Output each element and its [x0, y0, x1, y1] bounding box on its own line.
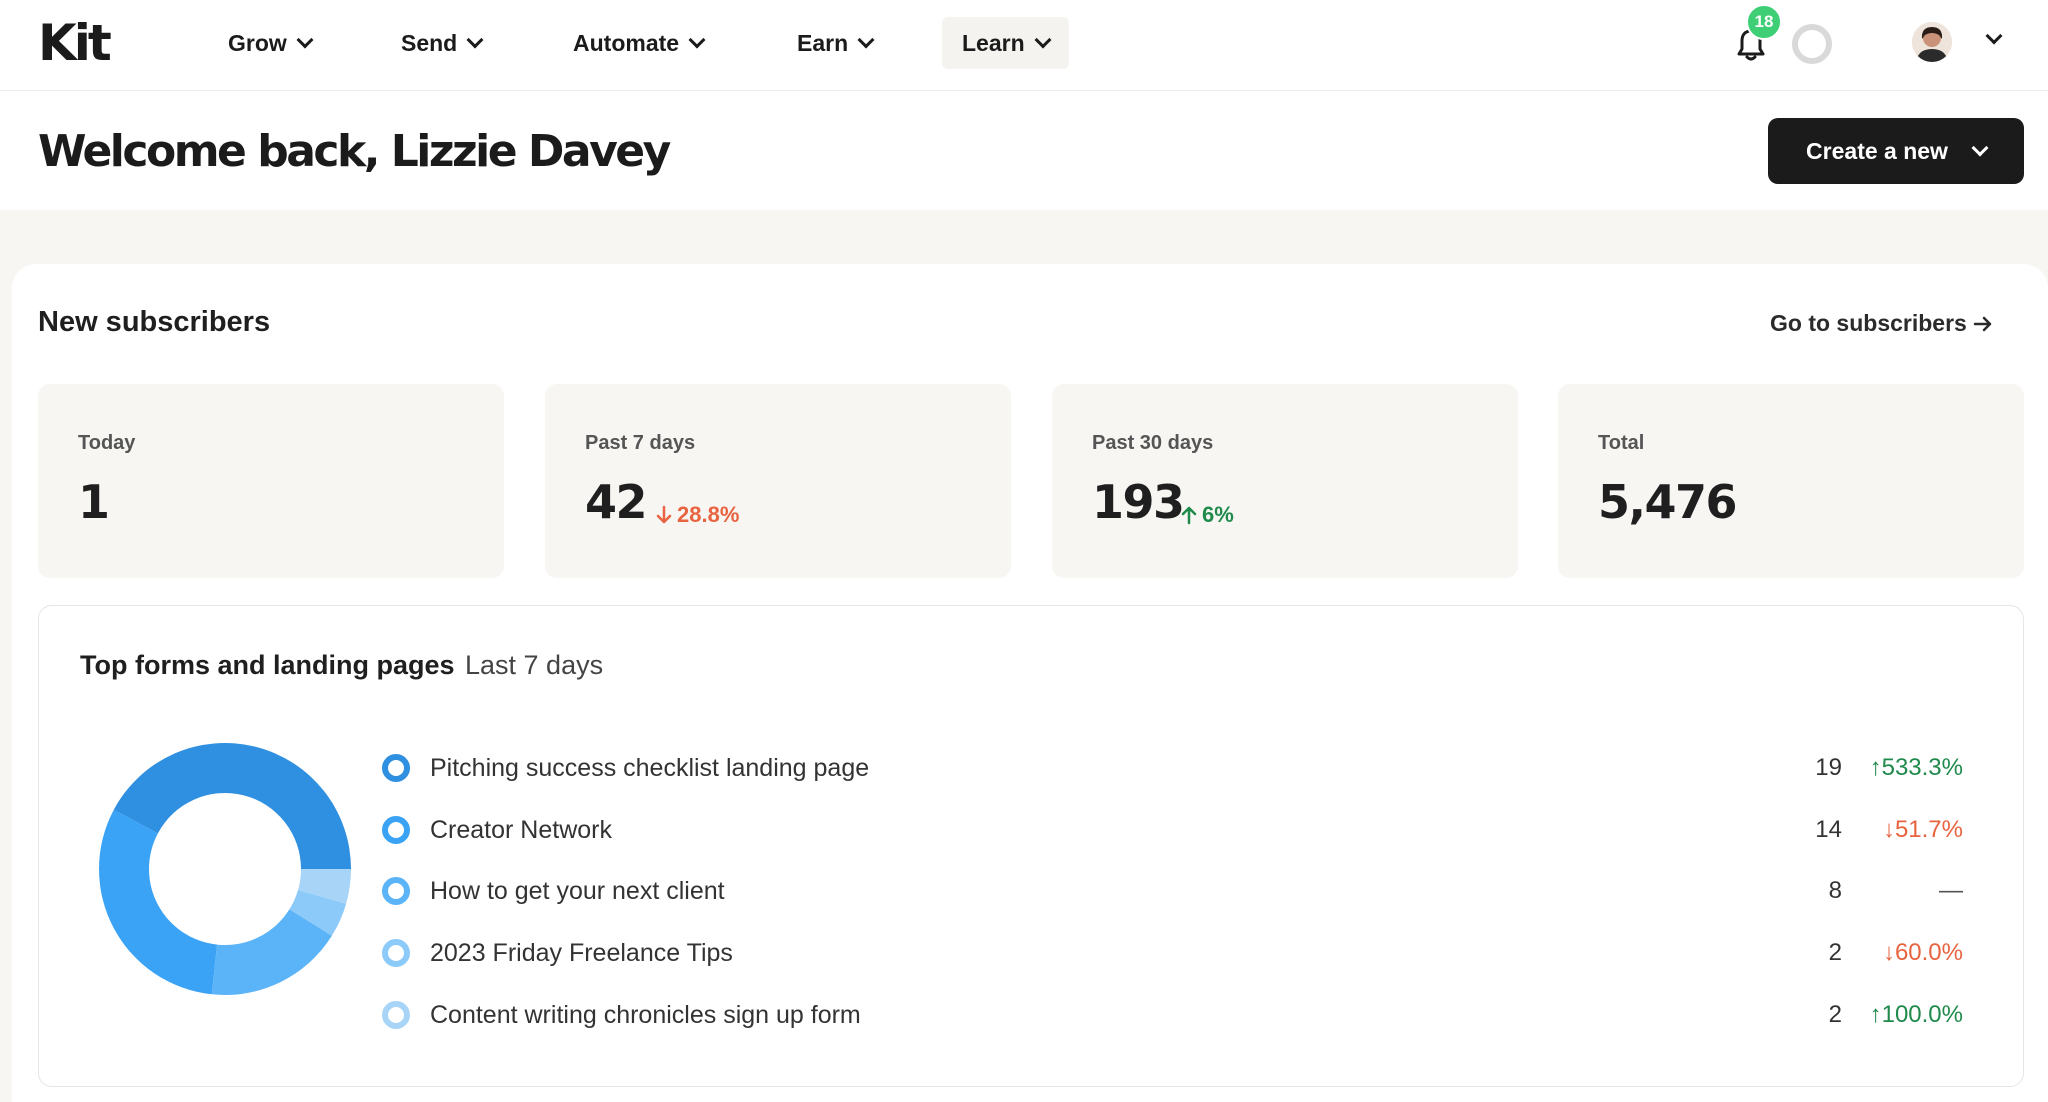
progress-ring-icon[interactable] — [1792, 24, 1832, 64]
stat-change: 28.8% — [655, 502, 739, 528]
new-subscribers-title: New subscribers — [38, 306, 271, 338]
stat-value: 5,476 — [1598, 475, 1738, 529]
form-color-dot — [382, 877, 410, 905]
chevron-down-icon — [857, 31, 875, 49]
stat-change-value: 6% — [1202, 502, 1234, 527]
create-new-label: Create a new — [1806, 137, 1948, 164]
arrow-right-icon — [1973, 316, 1992, 331]
form-name: Content writing chronicles sign up form — [430, 1001, 861, 1029]
form-row[interactable]: Content writing chronicles sign up form … — [382, 995, 1982, 1035]
go-to-subscribers-label: Go to subscribers — [1770, 310, 1967, 336]
kit-logo[interactable]: Kit — [38, 18, 112, 68]
form-color-dot — [382, 754, 410, 782]
nav-automate-label: Automate — [573, 29, 680, 56]
form-change-value: 533.3% — [1881, 754, 1963, 781]
form-color-dot — [382, 1001, 410, 1029]
stat-value: 1 — [78, 475, 110, 529]
form-name: How to get your next client — [430, 877, 725, 905]
form-count: 8 — [1828, 877, 1842, 904]
stat-label: Total — [1598, 432, 1645, 454]
stat-label: Past 30 days — [1092, 432, 1214, 454]
stat-label: Today — [78, 432, 136, 454]
form-change: ↑100.0% — [1842, 1001, 1963, 1029]
chevron-down-icon — [1971, 139, 1989, 157]
arrow-up-icon — [1181, 506, 1197, 525]
form-name: Pitching success checklist landing page — [430, 754, 870, 782]
form-count: 19 — [1815, 754, 1842, 781]
stat-value: 42 — [585, 475, 648, 529]
nav-send[interactable]: Send — [381, 17, 501, 69]
stat-card-past-30-days: Past 30 days 193 6% — [1052, 384, 1518, 578]
account-menu-chevron-icon[interactable] — [1985, 27, 2003, 45]
form-change: ↑533.3% — [1842, 754, 1963, 782]
form-color-dot — [382, 816, 410, 844]
nav-send-label: Send — [401, 29, 458, 56]
top-forms-title: Top forms and landing pages — [80, 650, 455, 680]
stat-card-today: Today 1 — [38, 384, 504, 578]
nav-earn-label: Earn — [797, 29, 849, 56]
arrow-down-icon — [656, 505, 672, 524]
form-change-value: — — [1939, 877, 1963, 904]
chevron-down-icon — [296, 31, 314, 49]
page-title: Welcome back, Lizzie Davey — [38, 126, 671, 177]
top-navigation: Kit Grow Send Automate Earn Learn 18 — [0, 0, 2048, 91]
form-row[interactable]: Creator Network 14 ↓51.7% — [382, 810, 1982, 850]
nav-learn[interactable]: Learn — [942, 17, 1069, 69]
form-row[interactable]: How to get your next client 8 — — [382, 871, 1982, 911]
arrow-up-icon: ↑ — [1869, 1001, 1882, 1028]
forms-donut-chart — [98, 742, 352, 995]
stat-change: 6% — [1180, 502, 1234, 528]
form-change-value: 51.7% — [1894, 816, 1963, 843]
form-change-value: 100.0% — [1881, 1001, 1963, 1028]
stat-card-past-7-days: Past 7 days 42 28.8% — [545, 384, 1011, 578]
arrow-down-icon: ↓ — [1882, 939, 1895, 966]
donut-slice — [98, 809, 218, 995]
nav-automate[interactable]: Automate — [553, 17, 723, 69]
form-change: — — [1842, 877, 1963, 905]
form-color-dot — [382, 939, 410, 967]
go-to-subscribers-link[interactable]: Go to subscribers — [1770, 310, 1993, 337]
form-count: 2 — [1828, 1001, 1842, 1028]
form-row[interactable]: 2023 Friday Freelance Tips 2 ↓60.0% — [382, 933, 1982, 973]
nav-grow-label: Grow — [228, 29, 287, 56]
form-change: ↓60.0% — [1842, 939, 1963, 967]
stat-label: Past 7 days — [585, 432, 696, 454]
nav-grow[interactable]: Grow — [208, 17, 331, 69]
top-forms-period: Last 7 days — [465, 650, 604, 680]
arrow-up-icon: ↑ — [1869, 754, 1882, 781]
form-change: ↓51.7% — [1842, 816, 1963, 844]
stat-card-total: Total 5,476 — [1558, 384, 2024, 578]
form-change-value: 60.0% — [1894, 939, 1963, 966]
nav-earn[interactable]: Earn — [777, 17, 892, 69]
chevron-down-icon — [1034, 31, 1052, 49]
form-count: 2 — [1828, 939, 1842, 966]
nav-learn-label: Learn — [962, 29, 1025, 56]
form-row[interactable]: Pitching success checklist landing page … — [382, 748, 1982, 788]
avatar[interactable] — [1912, 22, 1952, 62]
create-new-button[interactable]: Create a new — [1768, 118, 2024, 184]
chevron-down-icon — [466, 31, 484, 49]
notification-count-badge: 18 — [1746, 4, 1782, 40]
stat-value: 193 — [1092, 475, 1185, 529]
form-name: 2023 Friday Freelance Tips — [430, 939, 733, 967]
arrow-down-icon: ↓ — [1882, 816, 1895, 843]
stat-change-value: 28.8% — [677, 502, 740, 527]
form-count: 14 — [1815, 816, 1842, 843]
form-name: Creator Network — [430, 816, 612, 844]
avatar-image — [1912, 22, 1952, 62]
chevron-down-icon — [688, 31, 706, 49]
